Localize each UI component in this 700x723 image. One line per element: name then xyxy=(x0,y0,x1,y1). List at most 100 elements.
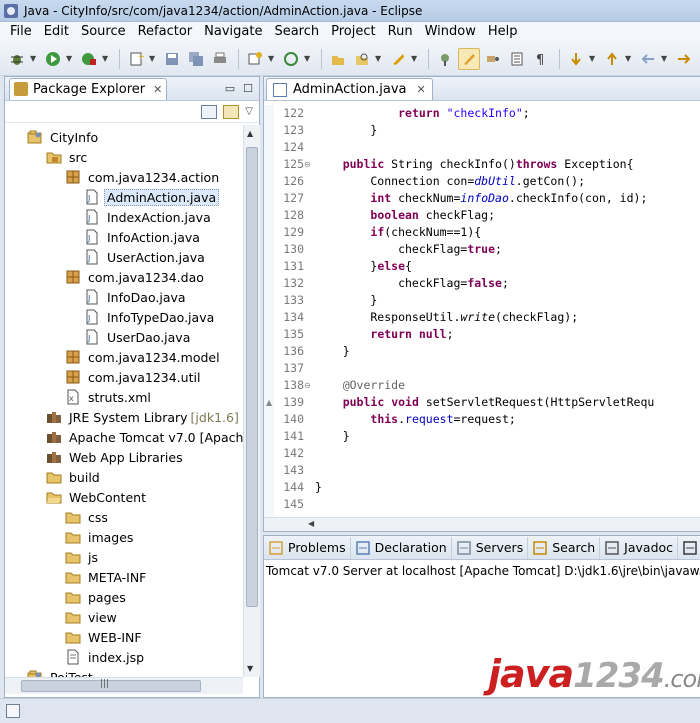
open-task-dropdown-icon[interactable]: ▼ xyxy=(411,54,419,63)
editor-horizontal-scrollbar[interactable]: ◀ xyxy=(264,517,700,531)
tree-item[interactable]: images xyxy=(65,527,136,547)
tree-item[interactable]: src xyxy=(46,147,90,167)
tree-item[interactable]: com.java1234.action xyxy=(65,167,222,187)
prev-annotation-icon[interactable] xyxy=(565,48,587,70)
collapse-all-icon[interactable] xyxy=(201,104,218,119)
tree-item[interactable]: WebContent xyxy=(46,487,149,507)
java-file-icon: J xyxy=(84,329,100,345)
menu-navigate[interactable]: Navigate xyxy=(198,22,268,42)
menu-file[interactable]: File xyxy=(4,22,38,42)
link-with-editor-icon[interactable] xyxy=(223,104,240,119)
tree-item[interactable]: js xyxy=(65,547,101,567)
open-task-icon[interactable] xyxy=(387,48,409,70)
menu-project[interactable]: Project xyxy=(325,22,381,42)
close-icon[interactable]: ✕ xyxy=(417,83,426,96)
external-tools-icon[interactable] xyxy=(78,48,100,70)
tree-item[interactable]: build xyxy=(46,467,103,487)
tab-problems[interactable]: Problems xyxy=(264,536,351,559)
forward-icon[interactable] xyxy=(673,48,695,70)
scroll-left-icon[interactable]: ◀ xyxy=(308,519,314,528)
tree-item[interactable]: com.java1234.model xyxy=(65,347,223,367)
tree-item[interactable]: PoiTest xyxy=(27,667,96,677)
tree-item[interactable]: x struts.xml xyxy=(65,387,154,407)
highlight-icon[interactable] xyxy=(434,48,456,70)
tab-javadoc[interactable]: Javadoc xyxy=(600,536,679,559)
minimize-icon[interactable]: ▭ xyxy=(225,82,235,95)
search-dropdown-icon[interactable]: ▼ xyxy=(375,54,383,63)
fold-toggle-icon[interactable]: ⊖ xyxy=(304,377,312,394)
back-dropdown-icon[interactable]: ▼ xyxy=(661,54,669,63)
tree-item-label: build xyxy=(69,469,100,485)
refresh-icon[interactable] xyxy=(280,48,302,70)
tree-item[interactable]: J InfoTypeDao.java xyxy=(84,307,217,327)
tree-item[interactable]: com.java1234.dao xyxy=(65,267,207,287)
next-annotation-icon[interactable] xyxy=(458,47,480,70)
new-icon[interactable]: + xyxy=(125,48,147,70)
view-menu-icon[interactable]: ▽ xyxy=(245,106,253,117)
paragraph-icon[interactable]: ¶ xyxy=(530,48,552,70)
tree-item[interactable]: JRE System Library [jdk1.6] xyxy=(46,407,239,427)
next-edit-dropdown-icon[interactable]: ▼ xyxy=(625,54,633,63)
tab-search[interactable]: Search xyxy=(528,536,601,559)
tab-declaration[interactable]: Declaration xyxy=(351,536,452,559)
tree-item[interactable]: com.java1234.util xyxy=(65,367,203,387)
print-icon[interactable] xyxy=(209,48,231,70)
refresh-dropdown-icon[interactable]: ▼ xyxy=(304,54,312,63)
prev-annotation-dropdown-icon[interactable]: ▼ xyxy=(589,54,597,63)
tab-package-explorer[interactable]: Package Explorer ✕ xyxy=(9,77,168,100)
tree-item[interactable]: pages xyxy=(65,587,129,607)
scroll-down-icon[interactable]: ▼ xyxy=(247,664,253,673)
fold-toggle-icon[interactable]: ⊖ xyxy=(304,156,312,173)
tree-item[interactable]: Apache Tomcat v7.0 [Apache xyxy=(46,427,243,447)
run-dropdown-icon[interactable]: ▼ xyxy=(66,54,74,63)
vertical-scrollbar[interactable]: ▲ ▼ xyxy=(243,125,260,677)
pilcrow-icon[interactable] xyxy=(506,48,528,70)
search-icon[interactable] xyxy=(351,48,373,70)
new-class-dropdown-icon[interactable]: ▼ xyxy=(268,54,276,63)
external-tools-dropdown-icon[interactable]: ▼ xyxy=(102,54,110,63)
tab-con[interactable]: Con xyxy=(678,537,700,559)
horizontal-scrollbar[interactable]: ||| xyxy=(5,677,243,694)
tree-item[interactable]: J IndexAction.java xyxy=(84,207,214,227)
menu-edit[interactable]: Edit xyxy=(38,22,75,42)
tree-item[interactable]: J UserAction.java xyxy=(84,247,208,267)
tree-item[interactable]: J InfoAction.java xyxy=(84,227,203,247)
debug-icon[interactable] xyxy=(6,48,28,70)
menu-help[interactable]: Help xyxy=(482,22,524,42)
tab-admin-action[interactable]: AdminAction.java ✕ xyxy=(266,78,433,100)
tab-servers[interactable]: Servers xyxy=(452,536,529,559)
save-icon[interactable] xyxy=(161,48,183,70)
tree-item[interactable]: index.jsp xyxy=(65,647,147,667)
save-all-icon[interactable] xyxy=(185,48,207,70)
menu-search[interactable]: Search xyxy=(268,22,325,42)
tree-item[interactable]: view xyxy=(65,607,120,627)
fast-view-icon[interactable] xyxy=(6,704,20,718)
scrollbar-thumb[interactable] xyxy=(246,147,258,607)
debug-dropdown-icon[interactable]: ▼ xyxy=(30,54,38,63)
menu-refactor[interactable]: Refactor xyxy=(132,22,199,42)
menu-run[interactable]: Run xyxy=(382,22,419,42)
open-type-icon[interactable] xyxy=(327,48,349,70)
new-class-icon[interactable] xyxy=(244,48,266,70)
tree-item[interactable]: META-INF xyxy=(65,567,149,587)
close-icon[interactable]: ✕ xyxy=(153,83,162,96)
maximize-icon[interactable]: ☐ xyxy=(243,82,253,95)
tree-item[interactable]: CityInfo xyxy=(27,127,101,147)
new-dropdown-icon[interactable]: ▼ xyxy=(149,54,157,63)
tree-item[interactable]: WEB-INF xyxy=(65,627,145,647)
tree-item[interactable]: J UserDao.java xyxy=(84,327,193,347)
menu-source[interactable]: Source xyxy=(75,22,132,42)
scroll-up-icon[interactable]: ▲ xyxy=(247,129,253,138)
show-whitespace-icon[interactable] xyxy=(482,48,504,70)
tree-item[interactable]: Web App Libraries xyxy=(46,447,186,467)
tree-item[interactable]: J InfoDao.java xyxy=(84,287,189,307)
tree-item[interactable]: css xyxy=(65,507,111,527)
scrollbar-thumb[interactable] xyxy=(21,680,201,692)
back-icon[interactable] xyxy=(637,48,659,70)
code-area[interactable]: 122 return "checkInfo"; 123 } 124 125 ⊖ publ… xyxy=(264,105,700,519)
next-edit-icon[interactable] xyxy=(601,48,623,70)
menu-window[interactable]: Window xyxy=(419,22,482,42)
tree-item[interactable]: J AdminAction.java xyxy=(84,187,220,207)
run-icon[interactable] xyxy=(42,48,64,70)
line-number: 144 xyxy=(283,480,304,494)
